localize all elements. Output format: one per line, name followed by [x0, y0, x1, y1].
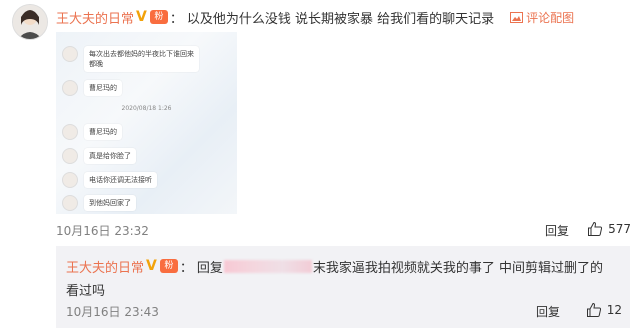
thumbs-up-icon	[588, 221, 603, 236]
thumbs-up-icon	[586, 302, 601, 317]
chat-avatar	[62, 195, 78, 211]
chat-message: 真是给你脸了	[62, 148, 136, 164]
sub-like-button[interactable]: 12	[586, 302, 622, 318]
reply-prefix: 回复	[196, 260, 223, 276]
comment-text: 以及他为什么没钱 说长期被家暴 给我们看的聊天记录	[186, 11, 495, 27]
like-count: 577	[608, 222, 631, 236]
comment-username[interactable]: 王大夫的日常	[56, 8, 134, 27]
fan-badge-icon: 粉	[159, 259, 178, 273]
chat-bubble: 曹尼玛的	[84, 124, 122, 140]
sub-comment-text-cont: 看过吗	[66, 284, 106, 299]
sub-comment-text: 末我家逼我拍视频就关我的事了 中间剪辑过删了的	[312, 260, 604, 276]
chat-message: 曹尼玛的	[62, 124, 122, 140]
chat-bubble: 电话你还调无法接听	[84, 172, 157, 188]
redacted-username	[223, 259, 312, 273]
chat-avatar	[62, 172, 78, 188]
chat-avatar	[62, 46, 78, 62]
chat-bubble: 曹尼玛的	[84, 80, 122, 96]
chat-timestamp: 2020/08/18 1:26	[121, 105, 172, 112]
chat-avatar	[62, 80, 78, 96]
chat-message: 每次出去都他妈的半夜比下谁回来 都晚	[62, 46, 199, 72]
chat-message: 曹尼玛的	[62, 80, 122, 96]
chat-avatar	[62, 124, 78, 140]
comment-image[interactable]: 每次出去都他妈的半夜比下谁回来 都晚 曹尼玛的 2020/08/18 1:26 …	[56, 32, 237, 214]
sub-comment: 王大夫的日常 V 粉 ： 回复 末我家逼我拍视频就关我的事了 中间剪辑过删了的 …	[56, 246, 630, 328]
fan-badge-icon: 粉	[149, 10, 168, 24]
reply-with-pic-link[interactable]: 评论配图	[510, 9, 574, 26]
comment-header: 王大夫的日常 V 粉 ： 以及他为什么没钱 说长期被家暴 给我们看的聊天记录 评…	[56, 6, 631, 28]
sub-like-count: 12	[606, 303, 622, 317]
avatar[interactable]	[12, 4, 48, 40]
chat-bubble: 到他妈回家了	[84, 195, 136, 211]
sub-comment-meta: 10月16日 23:43 回复 12	[66, 302, 622, 320]
chat-message: 电话你还调无法接听	[62, 172, 157, 188]
image-icon	[510, 11, 524, 23]
sub-comment-username[interactable]: 王大夫的日常	[66, 257, 144, 276]
sub-comment-header: 王大夫的日常 V 粉 ： 回复 末我家逼我拍视频就关我的事了 中间剪辑过删了的	[66, 256, 622, 276]
chat-bubble: 真是给你脸了	[84, 148, 136, 164]
chat-message: 到他妈回家了	[62, 195, 136, 211]
chat-bubble: 每次出去都他妈的半夜比下谁回来 都晚	[84, 46, 199, 72]
reply-with-pic-label: 评论配图	[526, 10, 575, 25]
comment-separator: ：	[169, 11, 183, 27]
verified-v-icon: V	[136, 9, 147, 25]
like-button[interactable]: 577	[587, 221, 631, 237]
comment-time: 10月16日 23:32	[56, 224, 149, 238]
reply-button[interactable]: 回复	[545, 222, 569, 239]
sub-reply-button[interactable]: 回复	[536, 303, 560, 320]
sub-comment-time: 10月16日 23:43	[66, 305, 159, 319]
sub-comment-separator: ：	[179, 260, 193, 276]
chat-avatar	[62, 148, 78, 164]
comment-meta: 10月16日 23:32 回复 577	[56, 221, 631, 239]
verified-v-icon: V	[146, 258, 157, 274]
